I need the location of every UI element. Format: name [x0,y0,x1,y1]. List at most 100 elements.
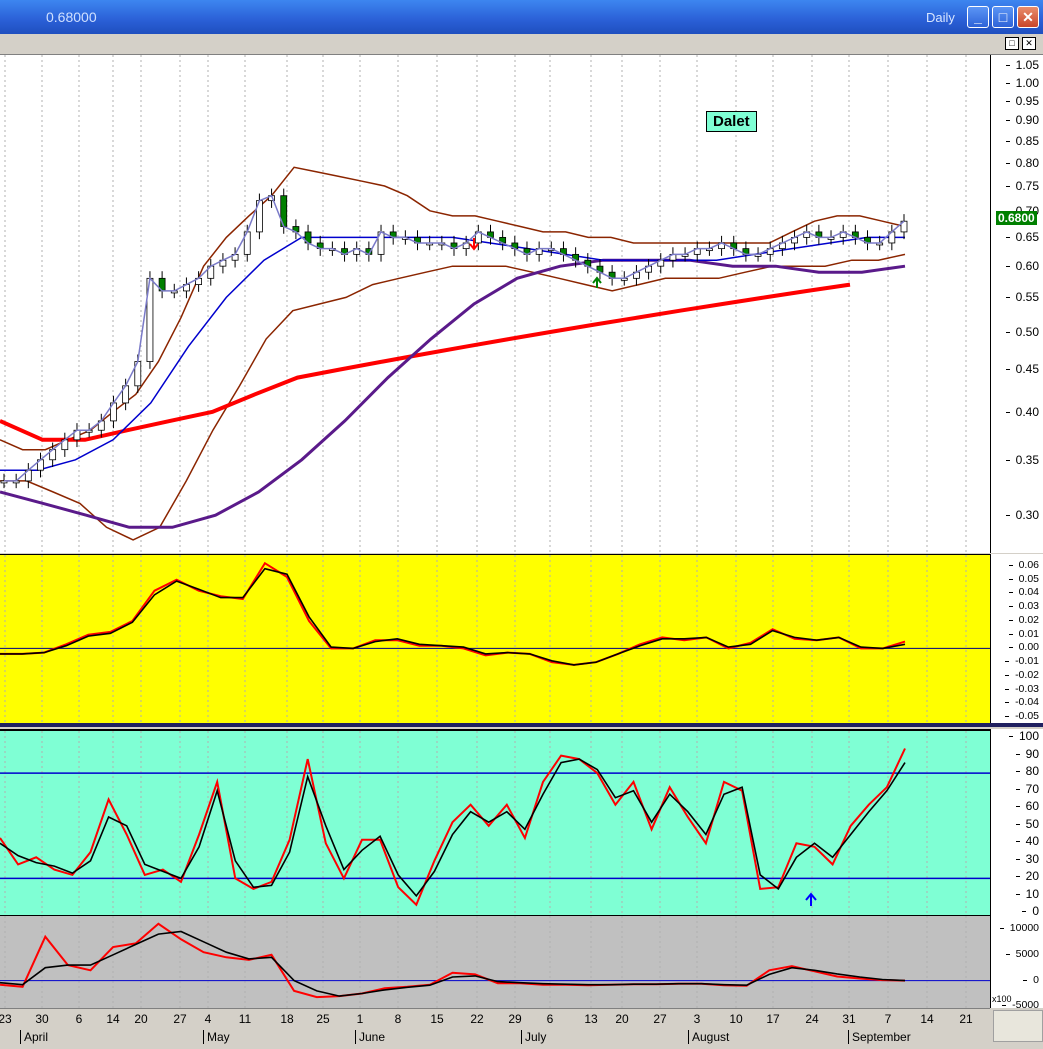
scale-tick-label: 0.00 [1008,641,1039,654]
date-tick-label: 22 [470,1012,484,1026]
close-button[interactable]: ✕ [1017,6,1039,28]
scale-tick-label: -0.04 [1005,696,1039,709]
period-label: Daily [926,10,955,25]
scale-tick-label: 10000 [999,921,1039,934]
scale-tick-label: 0.55 [1005,290,1039,305]
volume-oscillator-line [0,922,906,999]
scale-tick-label: 0.04 [1008,586,1039,599]
scale-tick-label: 100 [1008,729,1039,744]
scale-tick-label: 5000 [1005,947,1039,960]
date-tick-label: 6 [546,1012,554,1026]
month-label: April [20,1030,48,1044]
month-label: July [521,1030,546,1044]
last-price-badge: 0.6800 [996,211,1037,225]
date-tick-label: 21 [959,1012,973,1026]
date-tick-label: 11 [238,1012,252,1026]
date-tick-label: 6 [75,1012,83,1026]
macd-scale[interactable]: 0.06 0.05 0.04 0.03 0.02 0.01 0.00 -0.01 -0.02 -0… [990,554,1043,723]
macd-line [0,561,906,666]
month-label: August [688,1030,729,1044]
date-axis[interactable]: 2330614202741118251815222961320273101724… [0,1008,990,1049]
stochastic-d-line [0,758,906,898]
date-tick-label: 17 [766,1012,780,1026]
window-title-bar: 0.68000 Daily _ □ ✕ [0,0,1043,34]
scale-tick-label: 0.05 [1008,572,1039,585]
scale-tick-label: 40 [1015,834,1039,849]
date-tick-label: 24 [805,1012,819,1026]
date-tick-label: 27 [653,1012,667,1026]
date-tick-label: 14 [920,1012,934,1026]
date-tick-label: 27 [173,1012,187,1026]
price-scale[interactable]: 1.051.000.950.900.850.800.750.700.650.60… [990,55,1043,553]
scale-tick-label: 0.85 [1005,134,1039,149]
scale-tick-label: 0 [1023,973,1039,986]
date-tick-label: 3 [693,1012,701,1026]
month-label: June [355,1030,385,1044]
chart-toolbar: □ ✕ [0,34,1043,55]
scale-tick-label: 0.75 [1005,178,1039,193]
pane-divider[interactable] [0,723,1043,727]
scale-tick-label: 10 [1015,886,1039,901]
date-tick-label: 18 [280,1012,294,1026]
date-tick-label: 7 [884,1012,892,1026]
price-chart [0,55,967,553]
scale-tick-label: 30 [1015,851,1039,866]
up-arrow-icon [805,892,817,906]
stochastic-pane[interactable] [0,729,990,915]
close-chart-button[interactable]: ✕ [1022,37,1036,50]
scale-tick-label: 80 [1015,764,1039,779]
volume-signal-line [0,930,906,997]
volume-oscillator-pane[interactable] [0,915,990,1008]
date-tick-label: 25 [316,1012,330,1026]
minimize-button[interactable]: _ [967,6,989,28]
scale-tick-label: 0.45 [1005,362,1039,377]
scale-tick-label: 0.02 [1008,613,1039,626]
symbol-label-box: Dalet [706,111,757,132]
bollinger-upper-line [0,166,906,451]
date-tick-label: 23 [0,1012,12,1026]
date-tick-label: 29 [508,1012,522,1026]
scale-tick-label: 0.03 [1008,600,1039,613]
scale-tick-label: 20 [1015,869,1039,884]
scale-tick-label: 0.65 [1005,230,1039,245]
date-tick-label: 8 [394,1012,402,1026]
scale-tick-label: 50 [1015,816,1039,831]
scale-tick-label: -0.01 [1005,655,1039,668]
scale-tick-label: 1.05 [1005,58,1039,73]
date-tick-label: 4 [204,1012,212,1026]
scale-tick-label: 60 [1015,799,1039,814]
scale-tick-label: 0.30 [1005,508,1039,523]
date-tick-label: 20 [615,1012,629,1026]
scale-tick-label: -0.02 [1005,668,1039,681]
volume-oscillator-chart [0,916,990,1008]
scale-tick-label: 0.40 [1005,404,1039,419]
month-label: May [203,1030,230,1044]
date-tick-label: 13 [584,1012,598,1026]
date-tick-label: 10 [729,1012,743,1026]
date-tick-label: 31 [842,1012,856,1026]
stochastic-chart [0,731,990,915]
macd-pane[interactable] [0,554,990,723]
scale-tick-label: -0.03 [1005,682,1039,695]
scale-tick-label: 0 [1022,904,1039,915]
stochastic-scale[interactable]: 100 90 80 70 60 50 40 30 20 10 0 [990,729,1043,915]
restore-chart-button[interactable]: □ [1005,37,1019,50]
scale-tick-label: 0.80 [1005,155,1039,170]
scale-tick-label: 70 [1015,781,1039,796]
date-tick-label: 15 [430,1012,444,1026]
scale-tick-label: 0.01 [1008,627,1039,640]
date-tick-label: 1 [356,1012,364,1026]
moving-average-slow-line [0,282,851,442]
macd-chart [0,555,990,723]
date-tick-label: 20 [134,1012,148,1026]
scale-tick-label: 90 [1015,746,1039,761]
scale-tick-label: 0.60 [1005,259,1039,274]
moving-average-fast-line [0,236,905,471]
price-pane[interactable] [0,55,990,553]
scale-tick-label: 0.06 [1008,558,1039,571]
date-tick-label: 30 [35,1012,49,1026]
scale-tick-label: 1.00 [1005,75,1039,90]
axis-corner [993,1010,1043,1042]
scale-tick-label: 0.35 [1005,452,1039,467]
maximize-button[interactable]: □ [992,6,1014,28]
